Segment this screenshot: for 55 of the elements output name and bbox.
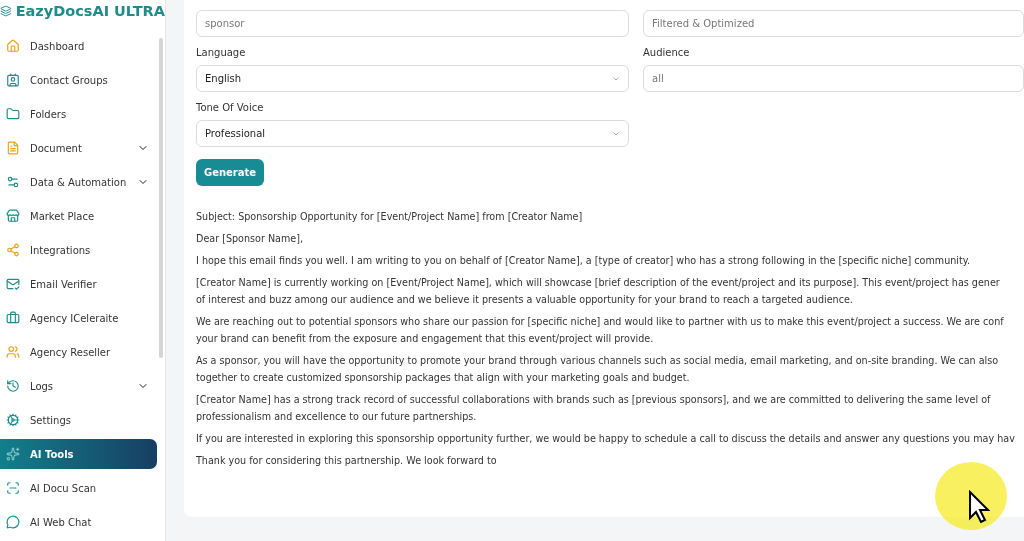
sidebar-item[interactable]: Contact Groups — [0, 65, 157, 95]
sidebar-item[interactable]: AI Tools — [0, 439, 157, 469]
email-text-line: [Creator Name] has a strong track record of successful collaborations with brands such as [previous sponsors], and we are committed to delivering the same level of — [196, 393, 992, 407]
email-text-line: We are reaching out to potential sponsors who share our passion for [specific niche] and would like to partner with us to make this event/project a success. We are conf — [196, 315, 1005, 329]
users-icon — [6, 345, 20, 359]
home-icon — [6, 39, 20, 53]
store-icon — [6, 209, 20, 223]
sidebar-item[interactable]: Integrations — [0, 235, 157, 265]
email-text-line: of interest and buzz among our audience and we believe it presents a valuable opportunity for your brand to reach a targeted audience. — [196, 293, 854, 307]
contact-card-icon — [6, 73, 20, 87]
sidebar-item[interactable]: Market Place — [0, 201, 157, 231]
email-text-line: Subject: Sponsorship Opportunity for [Event/Project Name] from [Creator Name] — [196, 210, 584, 224]
field-label: Tone Of Voice — [196, 101, 265, 115]
sidebar-item[interactable]: Settings — [0, 405, 157, 435]
briefcase-icon — [6, 311, 20, 325]
folder-icon — [6, 107, 20, 121]
field-label: Audience — [643, 46, 691, 60]
scrollbar[interactable] — [159, 38, 163, 358]
sidebar-item[interactable]: Logs — [0, 371, 157, 401]
gears-icon — [6, 175, 20, 189]
sidebar-item[interactable]: Document — [0, 133, 157, 163]
pointer-icon — [968, 490, 990, 524]
input-field[interactable]: Filtered & Optimized — [643, 10, 1024, 37]
document-icon — [6, 141, 20, 155]
generate-button[interactable]: Generate — [196, 159, 264, 186]
email-text-line: If you are interested in exploring this sponsorship opportunity further, we would be happy to schedule a call to discuss the details and answer any questions you may hav — [196, 432, 1016, 446]
chat-icon — [6, 515, 20, 529]
email-text-line: I hope this email finds you well. I am writing to you on behalf of [Creator Name], a [type of creator] who has a strong following in the [specific niche] community. — [196, 254, 972, 268]
sidebar-item[interactable]: Folders — [0, 99, 157, 129]
input-field[interactable]: sponsor — [196, 10, 629, 37]
mail-icon — [6, 277, 20, 291]
sidebar-item[interactable]: Agency Reseller — [0, 337, 157, 367]
sidebar-item[interactable]: AI Docu Scan — [0, 473, 157, 503]
email-text-line: As a sponsor, you will have the opportunity to promote your brand through various channels such as social media, email marketing, and on-site branding. We can also — [196, 354, 1000, 368]
email-text-line: Thank you for considering this partnership. We look forward to — [196, 454, 498, 468]
sidebar-item[interactable]: Agency ICeleraite — [0, 303, 157, 333]
app-logo: EazyDocsAI ULTRA — [15, 3, 165, 19]
email-text-line: Dear [Sponsor Name], — [196, 232, 304, 246]
email-text-line: [Creator Name] is currently working on [Event/Project Name], which will showcase [brief description of the event/project and its purpose]. This event/project has gener — [196, 276, 1001, 290]
sidebar-item[interactable]: Email Verifier — [0, 269, 157, 299]
sparkle-icon — [6, 447, 20, 461]
select-field[interactable]: English — [196, 65, 629, 92]
history-icon — [6, 379, 20, 393]
sidebar-item[interactable]: AI Web Chat — [0, 507, 157, 537]
field-label: Language — [196, 46, 247, 60]
input-field[interactable]: all — [643, 65, 1024, 92]
email-text-line: your brand can benefit from the exposure and engagement that this event/project will provide. — [196, 332, 655, 346]
sidebar-item[interactable]: Data & Automation — [0, 167, 157, 197]
scan-icon — [6, 481, 20, 495]
sidebar-item[interactable]: Dashboard — [0, 31, 157, 61]
select-field[interactable]: Professional — [196, 120, 629, 147]
email-text-line: together to create customized sponsorship packages that align with your marketing goals and budget. — [196, 371, 691, 385]
gear-icon — [6, 413, 20, 427]
nodes-icon — [6, 243, 20, 257]
email-text-line: professionalism and excellence to our future partnerships. — [196, 410, 478, 424]
